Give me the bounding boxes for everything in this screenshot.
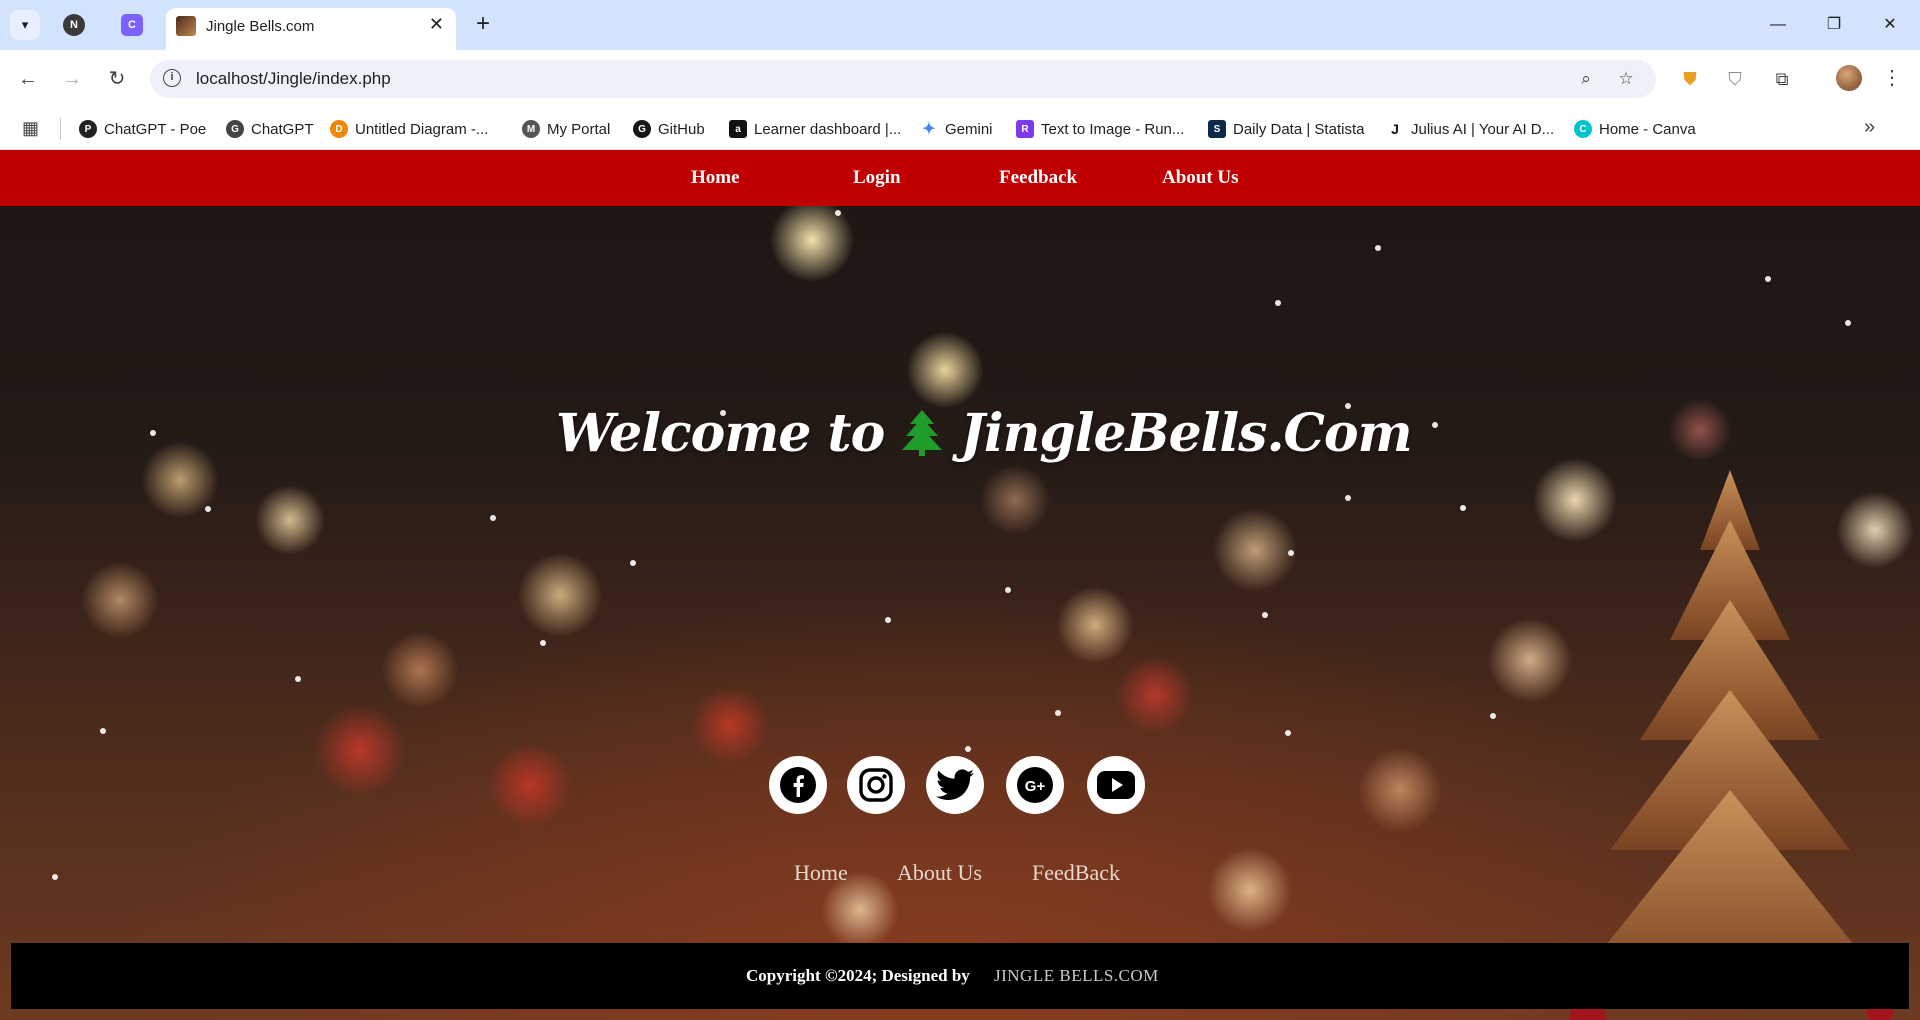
bookmark-item[interactable]: G ChatGPT (226, 117, 314, 141)
bookmark-item[interactable]: S Daily Data | Statista (1208, 117, 1364, 141)
bookmark-star-icon[interactable]: ☆ (1614, 67, 1638, 91)
gemini-icon: ✦ (922, 121, 936, 138)
bookmark-item[interactable]: R Text to Image - Run... (1016, 117, 1184, 141)
bookmark-item[interactable]: P ChatGPT - Poe (79, 117, 206, 141)
nav-about-link[interactable]: About Us (1162, 150, 1239, 206)
julius-icon: J (1391, 121, 1399, 137)
forward-icon[interactable]: → (57, 64, 87, 94)
apps-grid-icon[interactable]: ▦ (22, 118, 39, 139)
browser-toolbar: ← → ↻ i localhost/Jingle/index.php ⌕ ☆ ⛊… (0, 50, 1920, 108)
christmas-tree-icon (902, 410, 943, 456)
welcome-heading: Welcome to JingleBells.Com (556, 388, 1413, 478)
portal-icon: M (522, 120, 540, 138)
alx-icon: a (729, 120, 747, 138)
bookmarks-divider (60, 118, 61, 140)
nav-home-link[interactable]: Home (691, 150, 740, 206)
copyright-brand-link[interactable]: JINGLE BELLS.COM (994, 966, 1159, 986)
github-icon: G (633, 120, 651, 138)
footer-home-link[interactable]: Home (794, 860, 848, 886)
welcome-prefix: Welcome to (556, 402, 885, 464)
copyright-bar: Copyright ©2024; Designed by JINGLE BELL… (11, 943, 1909, 1009)
close-window-icon[interactable]: ✕ (1870, 10, 1910, 40)
christmas-tree-decoration (1570, 470, 1894, 1020)
footer-about-link[interactable]: About Us (897, 860, 982, 886)
welcome-brand: JingleBells.Com (960, 402, 1412, 464)
diagram-icon: D (330, 120, 348, 138)
pinned-tab-notion-icon[interactable]: N (63, 14, 85, 36)
chatgpt-icon: G (226, 120, 244, 138)
poe-icon: P (79, 120, 97, 138)
top-navigation: Home Login Feedback About Us (0, 150, 1920, 206)
social-links: G+ (0, 756, 1920, 816)
profile-avatar[interactable] (1836, 65, 1862, 91)
svg-text:G+: G+ (1025, 778, 1046, 795)
bookmarks-overflow-icon[interactable]: » (1864, 116, 1875, 139)
bookmark-item[interactable]: a Learner dashboard |... (729, 117, 901, 141)
statista-icon: S (1208, 120, 1226, 138)
bookmark-item[interactable]: J Julius AI | Your AI D... (1386, 117, 1554, 141)
twitter-icon[interactable] (926, 756, 984, 814)
nav-feedback-link[interactable]: Feedback (999, 150, 1077, 206)
extensions-puzzle-icon[interactable]: ⧉ (1770, 67, 1794, 91)
browser-tab-strip: ▾ N C Jingle Bells.com ✕ + — ❐ ✕ (0, 0, 1920, 50)
bookmark-item[interactable]: D Untitled Diagram -... (330, 117, 488, 141)
restore-icon[interactable]: ❐ (1814, 10, 1854, 40)
tab-close-icon[interactable]: ✕ (429, 14, 444, 35)
tab-jingle-bells[interactable]: Jingle Bells.com ✕ (166, 8, 456, 50)
footer-feedback-link[interactable]: FeedBack (1032, 860, 1120, 886)
bookmarks-bar: ▦ P ChatGPT - Poe G ChatGPT D Untitled Diag… (0, 108, 1920, 150)
tab-search-dropdown-icon[interactable]: ▾ (10, 10, 40, 40)
page-viewport: Home Login Feedback About Us Welcome to … (0, 150, 1920, 1020)
bookmark-item[interactable]: G GitHub (633, 117, 705, 141)
facebook-icon[interactable] (769, 756, 827, 814)
bookmark-item[interactable]: ✦ Gemini (920, 117, 992, 141)
browser-menu-icon[interactable]: ⋮ (1880, 64, 1904, 92)
bookmark-item[interactable]: M My Portal (522, 117, 610, 141)
google-plus-icon[interactable]: G+ (1006, 756, 1064, 814)
url-text[interactable]: localhost/Jingle/index.php (196, 69, 391, 89)
copyright-text: Copyright ©2024; Designed by (746, 966, 970, 985)
youtube-icon[interactable] (1087, 756, 1145, 814)
instagram-icon[interactable] (847, 756, 905, 814)
tab-favicon-icon (176, 16, 196, 36)
minimize-icon[interactable]: — (1758, 10, 1798, 40)
brave-shield-extension-icon[interactable]: ⛊ (1678, 67, 1702, 91)
bookmark-item[interactable]: C Home - Canva (1574, 117, 1696, 141)
nav-login-link[interactable]: Login (853, 150, 901, 206)
site-info-icon[interactable]: i (163, 69, 181, 87)
pinned-tab-app-icon[interactable]: C (121, 14, 143, 36)
runway-icon: R (1016, 120, 1034, 138)
address-bar[interactable]: i localhost/Jingle/index.php ⌕ ☆ (150, 60, 1656, 98)
zoom-icon[interactable]: ⌕ (1574, 67, 1598, 91)
back-icon[interactable]: ← (13, 64, 43, 94)
tab-title: Jingle Bells.com (206, 18, 315, 35)
canva-icon: C (1574, 120, 1592, 138)
new-tab-button[interactable]: + (468, 10, 498, 40)
security-extension-icon[interactable]: ⛉ (1723, 67, 1747, 91)
reload-icon[interactable]: ↻ (102, 64, 132, 94)
